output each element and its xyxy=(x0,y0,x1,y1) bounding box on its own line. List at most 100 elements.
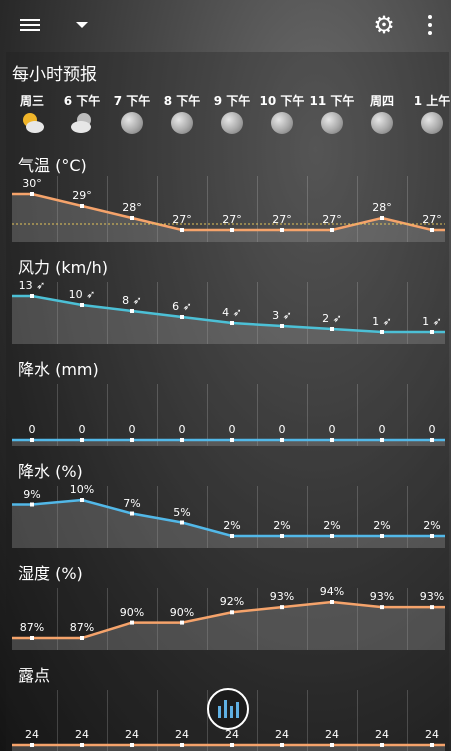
value-label: 2 ➶ xyxy=(322,312,342,325)
value-label: 24 xyxy=(25,728,39,741)
hour-column-4: 9 下午 xyxy=(207,92,257,134)
value-label: 27° xyxy=(222,213,242,226)
data-point xyxy=(230,228,234,232)
radar-toggle-button[interactable] xyxy=(207,688,249,730)
data-point xyxy=(130,216,134,220)
value-label: 29° xyxy=(72,189,92,202)
data-point xyxy=(380,743,384,747)
moon-icon xyxy=(221,112,243,134)
value-label: 2% xyxy=(223,519,241,532)
data-point xyxy=(180,438,184,442)
hour-label: 7 下午 xyxy=(113,94,151,108)
value-label: 2% xyxy=(373,519,391,532)
data-point xyxy=(80,636,84,640)
value-label: 1 ➶ xyxy=(372,315,392,328)
hour-label: 8 下午 xyxy=(163,94,201,108)
hour-column-2: 7 下午 xyxy=(107,92,157,134)
chart-precip_pct: 9% 10% 7% 5% 2% 2% 2% 2% 2% xyxy=(12,483,445,548)
data-point xyxy=(180,520,184,525)
data-point xyxy=(130,309,134,313)
value-label: 0 xyxy=(28,423,36,436)
data-point xyxy=(430,534,434,538)
data-point xyxy=(80,498,84,502)
chart-temp: 30° 29° 28° 27° 27° 27° 27° 28° 27° xyxy=(12,176,445,242)
value-label: 24 xyxy=(325,728,339,741)
value-label: 24 xyxy=(75,728,89,741)
value-label: 10% xyxy=(69,483,95,496)
section-title-wind: 风力 (km/h) xyxy=(18,258,108,277)
data-point xyxy=(380,605,384,610)
data-point xyxy=(430,438,434,442)
hour-label: 10 下午 xyxy=(259,94,305,108)
section-title-temp: 气温 (°C) xyxy=(18,156,87,175)
value-label: 0 xyxy=(378,423,386,436)
value-label: 2% xyxy=(323,519,341,532)
data-point xyxy=(280,324,284,328)
data-point xyxy=(180,315,184,319)
data-point xyxy=(180,620,184,625)
value-label: 87% xyxy=(69,621,95,634)
hour-header-row: 周三 6 下午 7 下午 8 下午 9 下午 10 下午 11 下午 周四 1 上午 xyxy=(12,92,450,142)
data-point xyxy=(380,534,384,538)
value-label: 87% xyxy=(19,621,45,634)
hour-label: 1 上午 xyxy=(413,94,451,108)
moon-icon xyxy=(271,112,293,134)
value-label: 1 ➶ xyxy=(422,315,442,328)
value-label: 0 xyxy=(428,423,436,436)
data-point xyxy=(280,534,284,538)
value-label: 0 xyxy=(278,423,286,436)
value-label: 13 ➶ xyxy=(18,279,46,292)
data-point xyxy=(280,743,284,747)
value-label: 24 xyxy=(375,728,389,741)
data-point xyxy=(330,327,334,331)
data-point xyxy=(30,743,34,747)
hour-label: 周三 xyxy=(19,94,44,108)
settings-gear-icon[interactable]: ⚙ xyxy=(366,0,402,50)
hour-column-7: 周四 xyxy=(357,92,407,134)
data-point xyxy=(80,438,84,442)
value-label: 24 xyxy=(275,728,289,741)
value-label: 24 xyxy=(175,728,189,741)
section-title-precip_mm: 降水 (mm) xyxy=(18,360,99,379)
top-app-bar: ⚙ xyxy=(0,0,451,50)
more-options-icon[interactable] xyxy=(416,0,444,50)
value-label: 8 ➶ xyxy=(122,294,142,307)
chart-humidity: 87% 87% 90% 90% 92% 93% 94% 93% 93% xyxy=(12,585,445,650)
data-point xyxy=(180,743,184,747)
value-label: 90% xyxy=(169,605,195,619)
data-point xyxy=(130,511,134,516)
value-label: 93% xyxy=(369,590,395,604)
value-label: 27° xyxy=(172,213,192,226)
data-point xyxy=(280,605,284,610)
data-point xyxy=(130,620,134,625)
data-point xyxy=(30,294,34,298)
value-label: 6 ➶ xyxy=(172,300,192,313)
data-point xyxy=(230,438,234,442)
value-label: 3 ➶ xyxy=(272,309,292,322)
data-point xyxy=(380,330,384,334)
section-title-humidity: 湿度 (%) xyxy=(18,564,83,583)
menu-icon[interactable] xyxy=(12,0,48,50)
value-label: 92% xyxy=(219,595,245,609)
cloudy-moon-icon xyxy=(70,111,94,135)
data-point xyxy=(80,204,84,208)
hour-column-0: 周三 xyxy=(7,92,57,135)
data-point xyxy=(130,743,134,747)
value-label: 9% xyxy=(23,487,41,501)
moon-icon xyxy=(121,112,143,134)
value-label: 27° xyxy=(322,213,342,226)
moon-icon xyxy=(371,112,393,134)
data-point xyxy=(180,228,184,232)
hour-label: 9 下午 xyxy=(213,94,251,108)
data-point xyxy=(230,743,234,747)
moon-icon xyxy=(421,112,443,134)
data-point xyxy=(230,321,234,325)
value-label: 93% xyxy=(419,590,445,604)
value-label: 7% xyxy=(123,496,141,510)
value-label: 5% xyxy=(173,505,191,519)
page-title: 每小时预报 xyxy=(12,65,97,85)
location-dropdown-icon[interactable] xyxy=(70,0,94,50)
data-point xyxy=(430,605,434,610)
hour-column-8: 1 上午 xyxy=(407,92,451,134)
value-label: 24 xyxy=(425,728,439,741)
